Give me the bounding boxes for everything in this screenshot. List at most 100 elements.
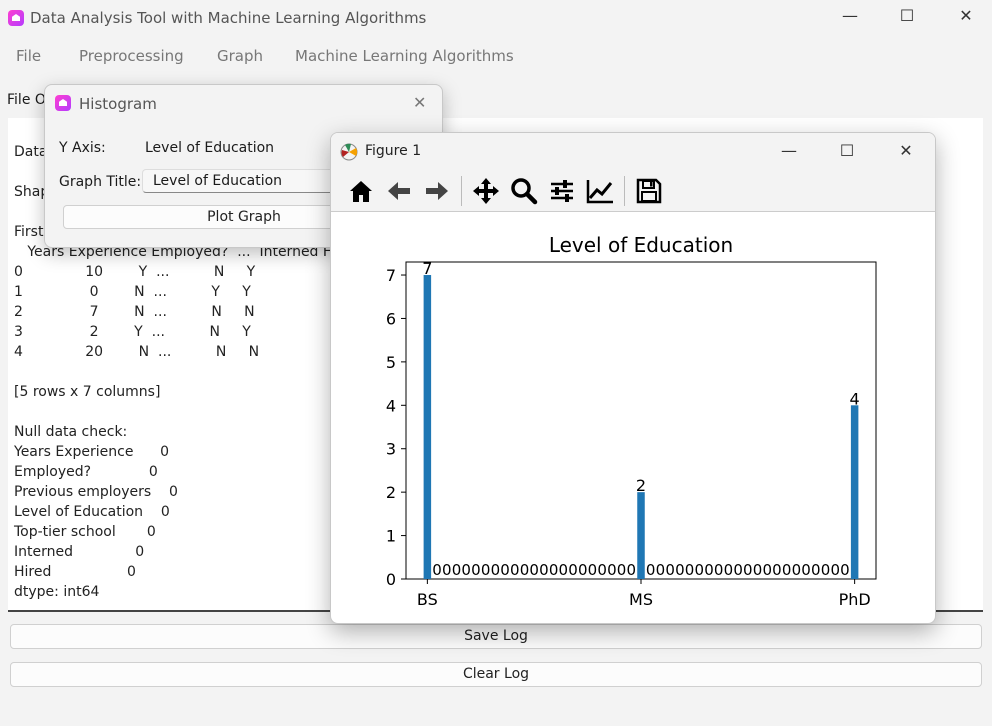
zero-bar-label: 0 xyxy=(588,561,598,579)
figure-toolbar xyxy=(345,175,665,207)
menu-graph[interactable]: Graph xyxy=(217,47,263,65)
zero-bar-label: 0 xyxy=(675,561,685,579)
zero-bar-label: 0 xyxy=(597,561,607,579)
zoom-magnifier-icon[interactable] xyxy=(508,175,540,207)
y-tick-label: 0 xyxy=(386,570,396,589)
y-tick-label: 6 xyxy=(386,309,396,328)
zero-bar-label: 0 xyxy=(714,561,724,579)
zero-bar-label: 0 xyxy=(442,561,452,579)
window-title: Data Analysis Tool with Machine Learning… xyxy=(30,9,427,27)
menu-preprocessing[interactable]: Preprocessing xyxy=(79,47,184,65)
section-label: File O xyxy=(7,92,46,108)
zero-bar-label: 0 xyxy=(665,561,675,579)
zero-bar-label: 0 xyxy=(801,561,811,579)
log-line: 1 0 N ... Y Y xyxy=(14,284,251,300)
app-icon xyxy=(8,10,24,30)
minimize-button[interactable]: — xyxy=(830,6,870,25)
zero-bar-label: 0 xyxy=(733,561,743,579)
zero-bar-label: 0 xyxy=(792,561,802,579)
zero-bar-label: 0 xyxy=(510,561,520,579)
log-line: Years Experience 0 xyxy=(14,444,170,460)
zero-bar-label: 0 xyxy=(762,561,772,579)
maximize-button[interactable]: ☐ xyxy=(887,6,927,25)
chart-title: Level of Education xyxy=(549,233,733,257)
zero-bar-label: 0 xyxy=(656,561,666,579)
log-line: 3 2 Y ... N Y xyxy=(14,324,251,340)
zero-bar-label: 0 xyxy=(539,561,549,579)
zero-bar-label: 0 xyxy=(461,561,471,579)
zero-bar-label: 0 xyxy=(520,561,530,579)
zero-bar-label: 0 xyxy=(646,561,656,579)
home-icon[interactable] xyxy=(345,175,377,207)
y-tick-label: 5 xyxy=(386,353,396,372)
log-line: Hired 0 xyxy=(14,564,136,580)
y-axis-label: Y Axis: xyxy=(59,140,106,156)
figure-minimize-button[interactable]: — xyxy=(769,141,809,160)
log-line: Top-tier school 0 xyxy=(14,524,156,540)
zero-bar-label: 0 xyxy=(617,561,627,579)
y-tick-label: 3 xyxy=(386,440,396,459)
toolbar-separator-2 xyxy=(624,176,625,206)
bar-ms xyxy=(637,492,645,579)
log-line: Interned 0 xyxy=(14,544,145,560)
zero-bar-label: 0 xyxy=(811,561,821,579)
bar-phd xyxy=(850,405,859,579)
dialog-app-icon xyxy=(55,95,71,115)
bar-value-label: 4 xyxy=(850,389,860,408)
clear-log-button[interactable]: Clear Log xyxy=(10,662,982,687)
configure-subplots-icon[interactable] xyxy=(546,175,578,207)
figure-maximize-button[interactable]: ☐ xyxy=(827,141,867,160)
figure-close-button[interactable]: ✕ xyxy=(886,141,926,160)
zero-bar-label: 0 xyxy=(704,561,714,579)
back-arrow-icon[interactable] xyxy=(383,175,415,207)
save-figure-icon[interactable] xyxy=(633,175,665,207)
matplotlib-icon xyxy=(339,142,359,162)
graph-title-label: Graph Title: xyxy=(59,174,142,190)
zero-bar-label: 0 xyxy=(471,561,481,579)
zero-bar-label: 0 xyxy=(724,561,734,579)
zero-bar-label: 0 xyxy=(743,561,753,579)
log-line: 4 20 N ... N N xyxy=(14,344,260,360)
zero-bar-label: 0 xyxy=(549,561,559,579)
figure-window: Figure 1 — ☐ ✕ Level of Education 0 1 2 3 4 5 6… xyxy=(330,132,936,624)
log-line: dtype: int64 xyxy=(14,584,100,600)
menu-file[interactable]: File xyxy=(16,47,41,65)
dialog-close-button[interactable]: ✕ xyxy=(413,93,426,112)
zero-bar-label: 0 xyxy=(529,561,539,579)
zero-bar-label: 0 xyxy=(452,561,462,579)
zero-bar-label: 0 xyxy=(694,561,704,579)
y-tick-label: 4 xyxy=(386,396,396,415)
forward-arrow-icon[interactable] xyxy=(421,175,453,207)
histogram-chart: Level of Education012345670 0 0 0 0 0 0 0 0 0 0 0 0 0… xyxy=(386,233,877,609)
bar-bs xyxy=(423,275,432,579)
log-line: 2 7 N ... N N xyxy=(14,304,255,320)
zero-bar-label: 0 xyxy=(772,561,782,579)
x-tick-label: MS xyxy=(629,590,653,609)
zero-bar-label: 0 xyxy=(840,561,850,579)
zero-bar-label: 0 xyxy=(578,561,588,579)
log-line: 0 10 Y ... N Y xyxy=(14,264,256,280)
zero-bar-label: 0 xyxy=(481,561,491,579)
save-log-button[interactable]: Save Log xyxy=(10,624,982,649)
zero-bar-label: 0 xyxy=(821,561,831,579)
zero-bar-label: 0 xyxy=(627,561,637,579)
bar-value-label: 7 xyxy=(422,259,432,278)
zero-bar-label: 0 xyxy=(491,561,501,579)
zero-bar-label: 0 xyxy=(500,561,510,579)
edit-axis-icon[interactable] xyxy=(584,175,616,207)
zero-bar-label: 0 xyxy=(782,561,792,579)
log-line: [5 rows x 7 columns] xyxy=(14,384,161,400)
zero-bar-label: 0 xyxy=(685,561,695,579)
y-tick-label: 7 xyxy=(386,266,396,285)
close-button[interactable]: ✕ xyxy=(946,6,986,25)
menu-machine-learning[interactable]: Machine Learning Algorithms xyxy=(295,47,514,65)
bar-value-label: 2 xyxy=(636,476,646,495)
dialog-title: Histogram xyxy=(79,95,157,113)
pan-move-icon[interactable] xyxy=(470,175,502,207)
toolbar-separator xyxy=(461,176,462,206)
zero-bar-label: 0 xyxy=(432,561,442,579)
log-line: Employed? 0 xyxy=(14,464,158,480)
y-tick-label: 1 xyxy=(386,527,396,546)
zero-bar-label: 0 xyxy=(753,561,763,579)
